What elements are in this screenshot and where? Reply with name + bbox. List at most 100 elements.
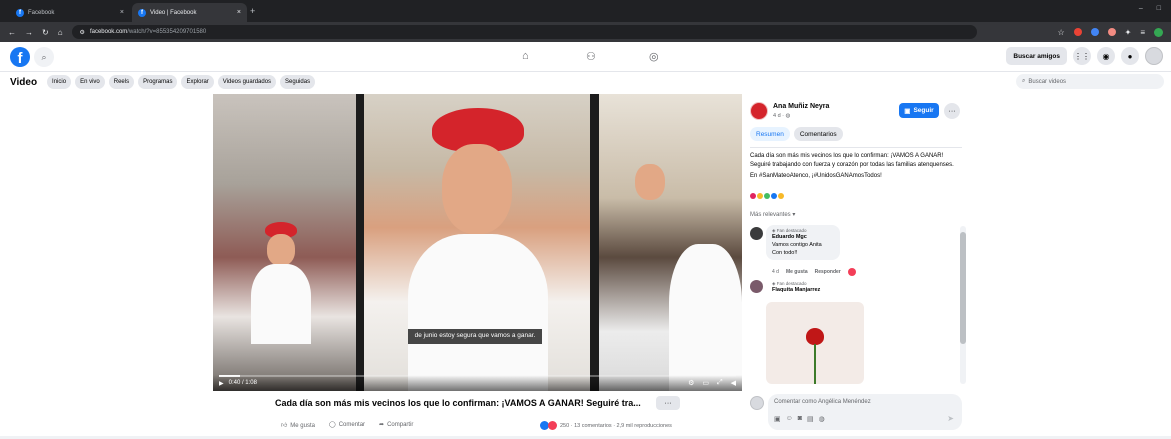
- send-icon[interactable]: ➤: [947, 414, 954, 423]
- comment-image-rose[interactable]: [766, 302, 864, 384]
- tab-resumen[interactable]: Resumen: [750, 127, 790, 141]
- like-label: Me gusta: [290, 423, 315, 429]
- tab-videos-guardados[interactable]: Videos guardados: [217, 75, 277, 89]
- share-label: Compartir: [387, 422, 414, 428]
- badge-text: Fan destacado: [776, 228, 807, 233]
- share-button[interactable]: ➦ Compartir: [379, 421, 413, 429]
- tab-explorar[interactable]: Explorar: [181, 75, 214, 89]
- reaction-stats[interactable]: 250 · 13 comentarios · 2,9 mil reproducc…: [540, 421, 672, 430]
- browser-tab[interactable]: f Facebook ×: [10, 3, 130, 22]
- reload-icon[interactable]: ↻: [42, 28, 49, 37]
- maximize-button[interactable]: □: [1157, 5, 1161, 12]
- tab-seguidas[interactable]: Seguidas: [280, 75, 316, 89]
- video-player[interactable]: de junio estoy segura que vamos a ganar.…: [213, 94, 742, 391]
- minimize-button[interactable]: –: [1139, 5, 1143, 12]
- comment-text-line: Con todo!!: [772, 249, 798, 256]
- scrollbar[interactable]: [960, 226, 966, 384]
- browser-tab-active[interactable]: f Video | Facebook ×: [132, 3, 247, 22]
- post-description: Cada día son más mis vecinos los que lo …: [750, 152, 960, 181]
- comment-actions: 4 d Me gusta Responder: [772, 268, 856, 276]
- extension-icon[interactable]: [1090, 28, 1099, 36]
- close-tab-icon[interactable]: ×: [237, 9, 241, 16]
- messenger-icon[interactable]: ◉: [1097, 47, 1115, 65]
- hashtags-line: En #SanMateoAtenco, ¡#UnidosGANAmosTodos…: [750, 172, 960, 181]
- gif-icon[interactable]: ▤: [807, 415, 814, 423]
- hashtags-prefix: En: [750, 173, 760, 180]
- more-options-button[interactable]: ···: [944, 103, 960, 119]
- friends-nav-icon[interactable]: ⚇: [586, 50, 596, 63]
- video-subtitle: de junio estoy segura que vamos a ganar.: [408, 329, 542, 344]
- comment-like-button[interactable]: Me gusta: [786, 269, 808, 275]
- profile-icon[interactable]: [1154, 27, 1163, 37]
- avatar[interactable]: [750, 102, 768, 120]
- extension-icon[interactable]: [1107, 28, 1116, 36]
- heart-icon: [750, 193, 756, 199]
- home-nav-icon[interactable]: ⌂: [522, 50, 529, 62]
- search-placeholder: Buscar videos: [1028, 78, 1067, 85]
- post-meta: 4 d · ◍: [773, 113, 791, 119]
- face: [442, 144, 512, 234]
- tab-en-vivo[interactable]: En vivo: [75, 75, 105, 89]
- logo-letter: f: [17, 50, 23, 67]
- avatar[interactable]: [750, 227, 763, 240]
- follow-icon: ▣: [904, 107, 911, 115]
- find-friends-button[interactable]: Buscar amigos: [1006, 47, 1067, 65]
- facebook-logo-icon[interactable]: f: [10, 47, 30, 67]
- play-icon[interactable]: ▶: [219, 380, 224, 387]
- search-icon[interactable]: ⌕: [34, 47, 54, 67]
- more-options-button[interactable]: ···: [656, 396, 680, 410]
- comment-author[interactable]: Flaquita Manjarrez: [772, 287, 830, 295]
- extensions-puzzle-icon[interactable]: ✦: [1125, 28, 1132, 37]
- extension-icon[interactable]: [1073, 28, 1082, 36]
- tab-inicio[interactable]: Inicio: [47, 75, 72, 89]
- comment-author[interactable]: Eduardo Mgc: [772, 234, 834, 242]
- avatar[interactable]: [750, 280, 763, 293]
- address-bar[interactable]: ⚙ facebook.com/watch/?v=855354209701580: [71, 25, 977, 39]
- emoji-icon[interactable]: ☺: [786, 415, 793, 423]
- comment-input[interactable]: Comentar como Angélica Menéndez ▣ ☺ ◙ ▤ …: [768, 394, 962, 430]
- forward-icon[interactable]: →: [25, 28, 33, 37]
- comment-icon: ◯: [328, 422, 336, 428]
- new-tab-button[interactable]: +: [250, 6, 255, 16]
- follow-button[interactable]: ▣ Seguir: [899, 103, 939, 118]
- bookmark-star-icon[interactable]: ☆: [1057, 28, 1064, 37]
- shirt: [669, 244, 742, 391]
- fullscreen-icon[interactable]: ⤢: [717, 379, 723, 387]
- heart-icon: [771, 193, 777, 199]
- comment-button[interactable]: ◯ Comentar: [329, 421, 365, 429]
- settings-icon[interactable]: ⚙: [688, 379, 694, 387]
- avatar[interactable]: [1145, 47, 1163, 65]
- avatar-sticker-icon[interactable]: ◍: [819, 415, 825, 423]
- love-reaction-icon: [548, 421, 557, 430]
- hashtags[interactable]: #SanMateoAtenco, ¡#UnidosGANAmosTodos!: [759, 173, 882, 179]
- comment-reply-button[interactable]: Responder: [815, 269, 841, 275]
- author-name[interactable]: Ana Muñiz Neyra: [773, 103, 829, 110]
- comment-sort-dropdown[interactable]: Más relevantes ▾: [750, 211, 795, 218]
- notifications-icon[interactable]: ●: [1121, 47, 1139, 65]
- scrollbar-thumb[interactable]: [960, 232, 966, 344]
- groups-nav-icon[interactable]: ◎: [649, 50, 659, 63]
- like-button[interactable]: 👍︎ Me gusta: [281, 421, 315, 429]
- tab-programas[interactable]: Programas: [138, 75, 178, 89]
- extension-icons: ☆ ✦ ≡: [1057, 27, 1163, 37]
- tab-comentarios[interactable]: Comentarios: [793, 127, 843, 141]
- heart-emojis: [750, 193, 784, 199]
- menu-icon[interactable]: ≡: [1140, 28, 1145, 37]
- volume-icon[interactable]: ◀: [731, 379, 736, 387]
- window-controls: – □: [1139, 5, 1161, 12]
- close-tab-icon[interactable]: ×: [120, 9, 124, 16]
- tab-reels[interactable]: Reels: [108, 75, 135, 89]
- camera-icon[interactable]: ◙: [798, 415, 802, 423]
- back-icon[interactable]: ←: [8, 28, 16, 37]
- rose-stem: [814, 344, 816, 384]
- miniplayer-icon[interactable]: ▭: [702, 379, 709, 387]
- video-search-input[interactable]: ⌕ Buscar videos: [1016, 74, 1164, 89]
- menu-grid-icon[interactable]: ⋮⋮: [1073, 47, 1091, 65]
- home-icon[interactable]: ⌂: [58, 28, 63, 37]
- comment-bubble: ◈ Fan destacado Eduardo Mgc Vamos contig…: [766, 225, 840, 261]
- heart-icon: [764, 193, 770, 199]
- comment-composer: Comentar como Angélica Menéndez ▣ ☺ ◙ ▤ …: [742, 392, 968, 432]
- sticker-icon[interactable]: ▣: [774, 415, 781, 423]
- site-info-icon[interactable]: ⚙: [80, 29, 85, 36]
- face: [635, 164, 665, 200]
